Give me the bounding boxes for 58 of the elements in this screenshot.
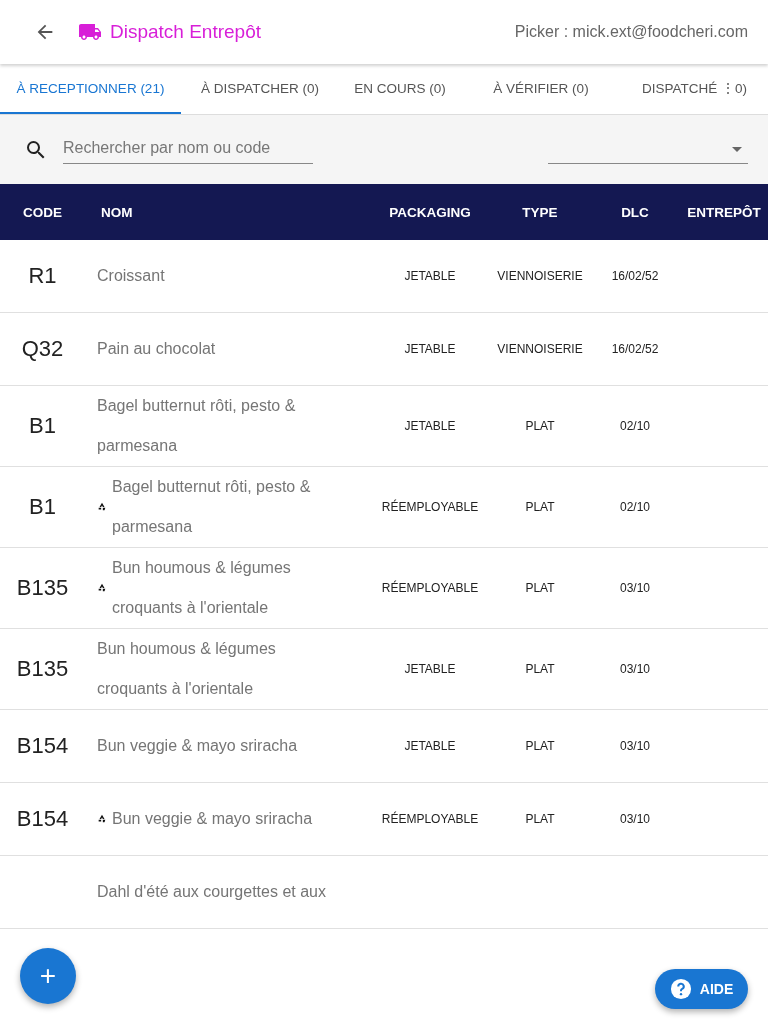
column-header: NOM <box>100 204 134 220</box>
product-name: Bun houmous & légumes croquants à l'orientale <box>112 558 292 618</box>
column-header: PACKAGING <box>388 204 472 220</box>
dropdown-caret-icon <box>732 146 742 152</box>
product-name: Bun veggie & mayo sriracha <box>97 736 298 756</box>
product-code: B135 <box>15 575 70 601</box>
packaging-text: JETABLE <box>403 419 457 433</box>
product-code: B154 <box>15 806 70 832</box>
type-text: PLAT <box>524 581 556 595</box>
product-name: Pain au chocolat <box>97 339 216 359</box>
tab[interactable]: À DISPATCHER (0) <box>181 64 339 114</box>
column-header: CODE <box>22 204 63 220</box>
column-header: DLC <box>620 204 650 220</box>
column-header: TYPE <box>521 204 559 220</box>
product-code: Q32 <box>20 336 65 362</box>
packaging-text: RÉEMPLOYABLE <box>380 500 480 514</box>
dlc-date: 03/10 <box>619 812 651 826</box>
product-code: B135 <box>15 656 70 682</box>
tab[interactable]: À VÉRIFIER (0) <box>461 64 621 114</box>
packaging-text: RÉEMPLOYABLE <box>380 812 480 826</box>
tab[interactable]: DISPATCHÉ ⋮0) <box>621 64 768 114</box>
search-field[interactable]: Rechercher par nom ou code <box>63 135 313 164</box>
product-code: B154 <box>15 733 70 759</box>
packaging-text: JETABLE <box>403 342 457 356</box>
dlc-date: 02/10 <box>619 500 651 514</box>
type-text: PLAT <box>524 500 556 514</box>
product-name: Croissant <box>97 266 165 286</box>
add-button[interactable]: + <box>20 948 76 1004</box>
dlc-date: 03/10 <box>619 581 651 595</box>
packaging-text: JETABLE <box>403 739 457 753</box>
dlc-date: 16/02/52 <box>610 269 660 283</box>
product-code: R1 <box>27 263 58 289</box>
type-text: PLAT <box>524 812 556 826</box>
help-icon <box>669 978 692 1000</box>
dlc-date: 03/10 <box>619 739 651 753</box>
app-title: Dispatch Entrepôt <box>110 21 262 43</box>
tab[interactable]: EN COURS (0) <box>339 64 461 114</box>
type-text: VIENNOISERIE <box>496 342 584 356</box>
user-email: Picker : mick.ext@foodcheri.com <box>514 23 748 41</box>
packaging-text: JETABLE <box>403 662 457 676</box>
product-name: Bagel butternut rôti, pesto & parmesana <box>112 477 312 537</box>
product-code: B1 <box>28 413 57 439</box>
product-name: Bun houmous & légumes croquants à l'orientale <box>97 639 277 699</box>
product-name: Bun veggie & mayo sriracha <box>112 809 313 829</box>
type-text: VIENNOISERIE <box>496 269 584 283</box>
column-header: ENTREPÔT <box>686 204 762 220</box>
dlc-date: 03/10 <box>619 662 651 676</box>
type-text: PLAT <box>524 662 556 676</box>
product-name: Dahl d'été aux courgettes et aux <box>97 882 326 902</box>
dlc-date: 16/02/52 <box>610 342 660 356</box>
product-code: B1 <box>28 494 57 520</box>
type-text: PLAT <box>524 419 556 433</box>
packaging-text: RÉEMPLOYABLE <box>380 581 480 595</box>
product-name: Bagel butternut rôti, pesto & parmesana <box>97 396 297 456</box>
type-text: PLAT <box>524 739 556 753</box>
help-button[interactable]: AIDE <box>655 969 748 1009</box>
packaging-text: JETABLE <box>403 269 457 283</box>
dlc-date: 02/10 <box>619 419 651 433</box>
